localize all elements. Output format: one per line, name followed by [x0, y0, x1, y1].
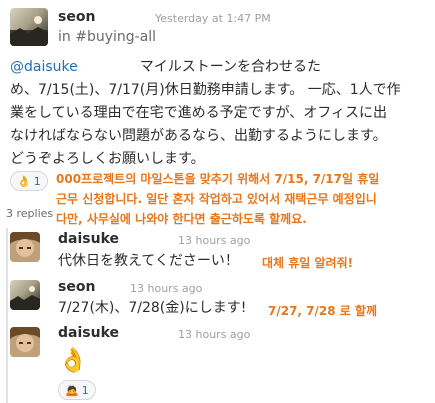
translation-line-2: 근무 신청합니다. 일단 혼자 작업하고 있어서 재택근무 예정입니 — [56, 192, 377, 206]
timestamp[interactable]: 13 hours ago — [130, 282, 202, 295]
translation-line-1: 000프로젝트의 마일스톤을 맞추기 위해서 7/15, 7/17일 휴일 — [56, 172, 380, 186]
avatar-landscape-icon — [10, 16, 48, 46]
translation: 대체 휴일 알려줘! — [262, 256, 354, 270]
avatar-face-icon — [10, 327, 40, 357]
reply-text: 代休日を教えてくださーい！ — [58, 253, 239, 269]
author-name[interactable]: daisuke — [58, 231, 119, 247]
author-name[interactable]: seon — [58, 9, 95, 25]
avatar-daisuke[interactable] — [10, 232, 40, 262]
reaction-count: 1 — [81, 384, 89, 397]
mention-daisuke[interactable]: @daisuke — [10, 59, 78, 75]
avatar-face-icon — [10, 232, 40, 262]
author-name[interactable]: daisuke — [58, 325, 119, 341]
replies-count[interactable]: 3 replies — [6, 207, 53, 220]
reaction-ok[interactable]: 👌 1 — [10, 171, 48, 191]
avatar-seon[interactable] — [10, 8, 48, 46]
timestamp[interactable]: 13 hours ago — [178, 234, 250, 247]
message-line-3: 業をしている理由で在宅で進める予定ですが、オフィスに出 — [10, 105, 388, 121]
message-line-4: なければならない問題があるなら、出勤するようにします。 — [10, 128, 387, 144]
translation: 7/27, 7/28 로 할께 — [268, 304, 378, 318]
channel-label[interactable]: in #buying-all — [58, 29, 156, 45]
bowing-person-icon: 🙇 — [65, 384, 79, 397]
timestamp[interactable]: 13 hours ago — [178, 328, 250, 341]
avatar-seon[interactable] — [10, 280, 40, 310]
translation-line-3: 다만, 사무실에 나와야 한다면 출근하도록 할께요. — [56, 212, 307, 226]
thread-line — [6, 228, 8, 403]
message-line-2: め、7/15(土)、7/17(月)休日勤務申請します。 一応、1人で作 — [10, 82, 401, 98]
reaction-bow[interactable]: 🙇 1 — [58, 380, 96, 400]
message-line-5: どうぞよろしくお願いします。 — [10, 151, 205, 167]
reaction-count: 1 — [33, 175, 41, 188]
ok-hand-icon: 👌 — [17, 175, 31, 188]
avatar-daisuke[interactable] — [10, 327, 40, 357]
message-line-1: @daisuke マイルストーンを合わせるた — [10, 59, 322, 75]
reply-text: 7/27(木)、7/28(金)にします! — [58, 300, 247, 316]
author-name[interactable]: seon — [58, 279, 95, 295]
avatar-landscape-icon — [10, 286, 40, 310]
timestamp[interactable]: Yesterday at 1:47 PM — [155, 12, 271, 25]
ok-hand-icon: 👌 — [58, 346, 88, 374]
redacted-text — [78, 59, 140, 71]
